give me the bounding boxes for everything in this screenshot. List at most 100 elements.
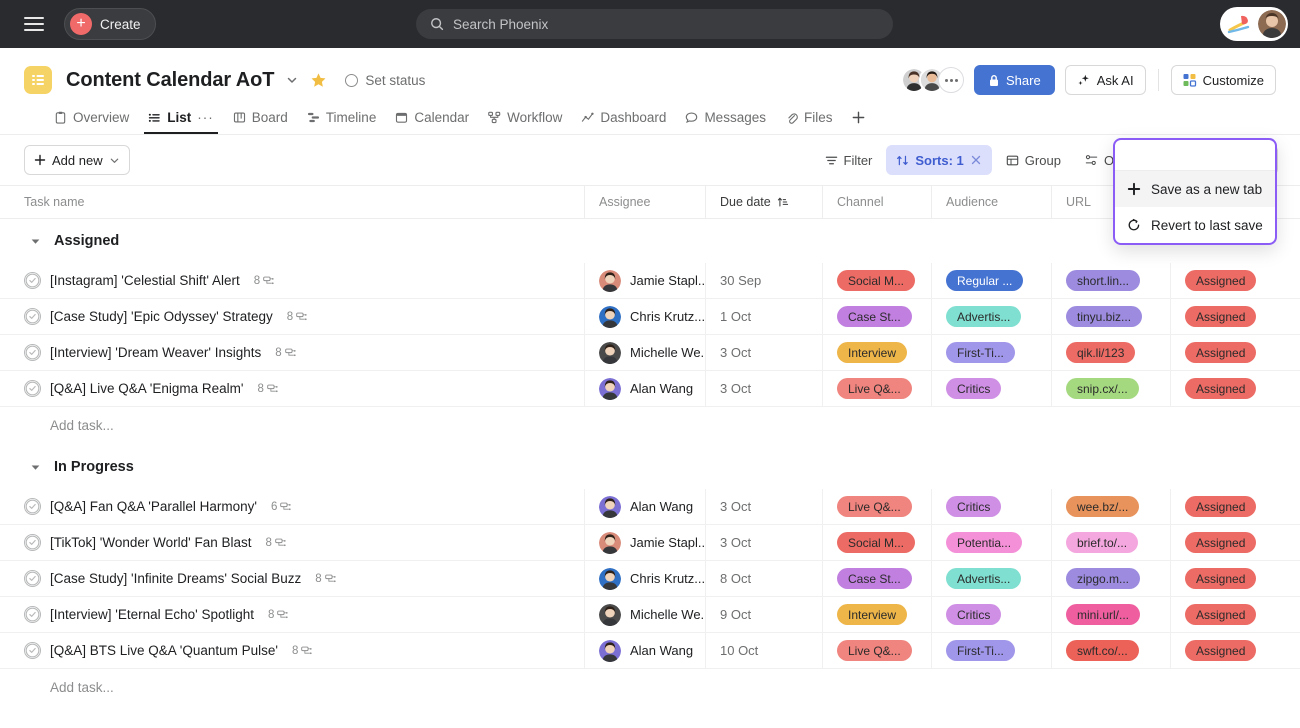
cell-status[interactable]: Assigned [1171,335,1300,370]
cell-pill[interactable]: Assigned [1185,496,1256,517]
table-row[interactable]: [Interview] 'Eternal Echo' Spotlight8Mic… [0,597,1300,633]
cell-pill[interactable]: First-Ti... [946,640,1015,661]
cell-channel[interactable]: Live Q&... [823,371,932,406]
menu-icon[interactable] [24,17,44,31]
menu-item-save-as-new-tab[interactable]: Save as a new tab [1115,171,1275,207]
cell-pill[interactable]: Critics [946,604,1001,625]
cell-url[interactable]: swft.co/... [1052,633,1171,668]
cell-task-name[interactable]: [Q&A] BTS Live Q&A 'Quantum Pulse'8 [0,633,585,668]
task-complete-icon[interactable] [24,272,41,289]
cell-task-name[interactable]: [Q&A] Live Q&A 'Enigma Realm'8 [0,371,585,406]
cell-pill[interactable]: First-Ti... [946,342,1015,363]
cell-pill[interactable]: Case St... [837,568,912,589]
cell-status[interactable]: Assigned [1171,299,1300,334]
cell-pill[interactable]: zipgo.m... [1066,568,1140,589]
cell-pill[interactable]: Live Q&... [837,378,912,399]
tab-timeline[interactable]: Timeline [299,110,385,134]
cell-status[interactable]: Assigned [1171,525,1300,560]
cell-pill[interactable]: Assigned [1185,604,1256,625]
column-header-channel[interactable]: Channel [823,186,932,218]
cell-url[interactable]: snip.cx/... [1052,371,1171,406]
cell-pill[interactable]: swft.co/... [1066,640,1139,661]
task-complete-icon[interactable] [24,344,41,361]
cell-url[interactable]: qik.li/123 [1052,335,1171,370]
cell-audience[interactable]: Potentia... [932,525,1052,560]
member-avatars[interactable] [901,67,964,93]
cell-pill[interactable]: mini.url/... [1066,604,1140,625]
set-status-button[interactable]: Set status [345,73,425,88]
cell-url[interactable]: wee.bz/... [1052,489,1171,524]
cell-pill[interactable]: Potentia... [946,532,1022,553]
more-members-button[interactable] [938,67,964,93]
cell-pill[interactable]: Assigned [1185,270,1256,291]
account-pill[interactable] [1220,7,1288,41]
add-task-row[interactable]: Add task... [0,669,1300,707]
task-complete-icon[interactable] [24,380,41,397]
cell-assignee[interactable]: Jamie Stapl... [585,263,706,298]
cell-due-date[interactable]: 9 Oct [706,597,823,632]
cell-due-date[interactable]: 30 Sep [706,263,823,298]
tab-messages[interactable]: Messages [677,110,774,134]
cell-pill[interactable]: Assigned [1185,568,1256,589]
cell-assignee[interactable]: Chris Krutz... [585,561,706,596]
cell-status[interactable]: Assigned [1171,561,1300,596]
create-button[interactable]: + Create [64,8,156,40]
tab-list[interactable]: List ··· [140,110,222,134]
table-row[interactable]: [Q&A] Fan Q&A 'Parallel Harmony'6Alan Wa… [0,489,1300,525]
cell-channel[interactable]: Interview [823,597,932,632]
cell-pill[interactable]: Assigned [1185,342,1256,363]
cell-url[interactable]: short.lin... [1052,263,1171,298]
add-task-label[interactable]: Add task... [0,407,1300,444]
search-input[interactable]: Search Phoenix [416,9,893,39]
cell-audience[interactable]: Advertis... [932,299,1052,334]
add-tab-button[interactable] [843,110,874,134]
menu-item-revert-to-last-save[interactable]: Revert to last save [1115,207,1275,243]
add-task-row[interactable]: Add task... [0,407,1300,445]
cell-url[interactable]: brief.to/... [1052,525,1171,560]
cell-channel[interactable]: Case St... [823,299,932,334]
cell-pill[interactable]: Regular ... [946,270,1023,291]
cell-pill[interactable]: Advertis... [946,568,1021,589]
cell-due-date[interactable]: 3 Oct [706,489,823,524]
group-button[interactable]: Group [996,145,1071,175]
cell-status[interactable]: Assigned [1171,597,1300,632]
tab-board[interactable]: Board [225,110,296,134]
task-complete-icon[interactable] [24,534,41,551]
cell-task-name[interactable]: [Case Study] 'Epic Odyssey' Strategy8 [0,299,585,334]
cell-task-name[interactable]: [Q&A] Fan Q&A 'Parallel Harmony'6 [0,489,585,524]
table-row[interactable]: [Case Study] 'Epic Odyssey' Strategy8Chr… [0,299,1300,335]
cell-audience[interactable]: First-Ti... [932,335,1052,370]
cell-url[interactable]: tinyu.biz... [1052,299,1171,334]
ask-ai-button[interactable]: Ask AI [1065,65,1146,95]
cell-pill[interactable]: snip.cx/... [1066,378,1139,399]
cell-assignee[interactable]: Michelle We... [585,335,706,370]
add-task-label[interactable]: Add task... [0,669,1300,706]
task-complete-icon[interactable] [24,570,41,587]
cell-audience[interactable]: First-Ti... [932,633,1052,668]
cell-pill[interactable]: Critics [946,496,1001,517]
cell-pill[interactable]: tinyu.biz... [1066,306,1142,327]
column-header-audience[interactable]: Audience [932,186,1052,218]
cell-pill[interactable]: Live Q&... [837,496,912,517]
cell-url[interactable]: zipgo.m... [1052,561,1171,596]
tab-files[interactable]: Files [777,110,841,134]
table-row[interactable]: [Q&A] BTS Live Q&A 'Quantum Pulse'8Alan … [0,633,1300,669]
cell-audience[interactable]: Critics [932,597,1052,632]
sorts-button[interactable]: Sorts: 1 [886,145,991,175]
cell-url[interactable]: mini.url/... [1052,597,1171,632]
cell-status[interactable]: Assigned [1171,263,1300,298]
cell-assignee[interactable]: Jamie Stapl... [585,525,706,560]
add-new-button[interactable]: Add new [24,145,130,175]
cell-task-name[interactable]: [Interview] 'Dream Weaver' Insights8 [0,335,585,370]
cell-task-name[interactable]: [Interview] 'Eternal Echo' Spotlight8 [0,597,585,632]
cell-due-date[interactable]: 10 Oct [706,633,823,668]
cell-pill[interactable]: Assigned [1185,306,1256,327]
filter-button[interactable]: Filter [815,145,883,175]
cell-status[interactable]: Assigned [1171,633,1300,668]
cell-pill[interactable]: Critics [946,378,1001,399]
cell-pill[interactable]: Social M... [837,532,915,553]
cell-channel[interactable]: Social M... [823,263,932,298]
task-complete-icon[interactable] [24,308,41,325]
cell-due-date[interactable]: 1 Oct [706,299,823,334]
cell-pill[interactable]: Live Q&... [837,640,912,661]
